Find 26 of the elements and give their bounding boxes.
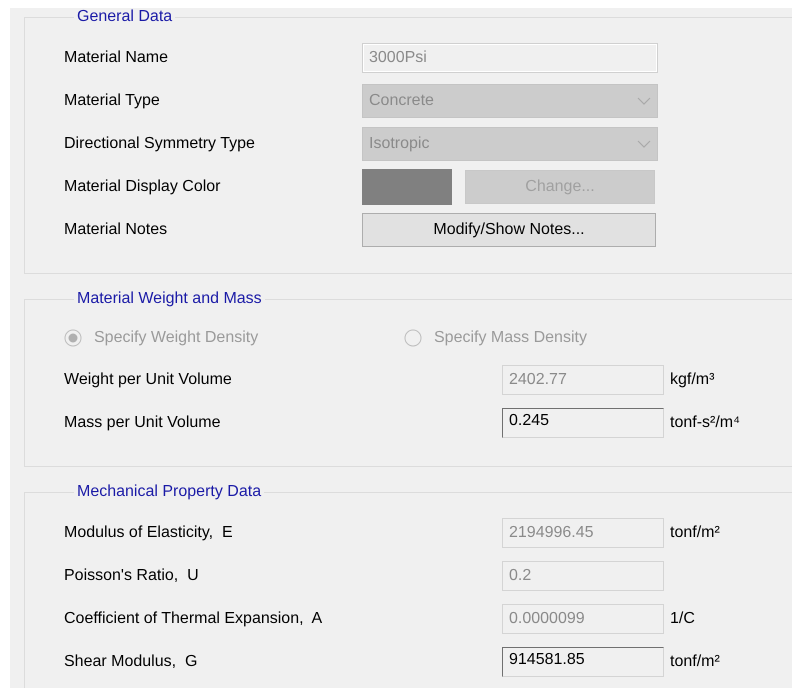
group-title: Mechanical Property Data bbox=[76, 483, 262, 501]
chevron-down-icon bbox=[637, 96, 651, 104]
field-label: Mass per Unit Volume bbox=[64, 414, 222, 432]
unit-label: tonf/m² bbox=[670, 652, 721, 670]
unit-label: 1/C bbox=[670, 610, 696, 628]
field-label: Modulus of Elasticity, E bbox=[64, 524, 234, 542]
input-field[interactable]: 0.245 bbox=[502, 408, 664, 438]
option-label: Specify Weight Density bbox=[94, 329, 258, 347]
notes-button[interactable]: Modify/Show Notes... bbox=[362, 212, 656, 246]
field-label: Weight per Unit Volume bbox=[64, 370, 233, 388]
field-label: Material Display Color bbox=[64, 178, 222, 196]
unit-label: tonf/m² bbox=[670, 524, 721, 542]
unit-label: tonf-s²/m⁴ bbox=[670, 414, 741, 432]
field-label: Poisson's Ratio, U bbox=[64, 566, 200, 584]
option-label: Specify Mass Density bbox=[434, 329, 587, 347]
field-label: Directional Symmetry Type bbox=[64, 134, 256, 152]
field-label: Coefficient of Thermal Expansion, A bbox=[64, 610, 324, 628]
field-label: Material Type bbox=[64, 92, 161, 110]
field-label: Material Name bbox=[64, 48, 170, 66]
field-label: Material Notes bbox=[64, 220, 168, 238]
field-label: Shear Modulus, G bbox=[64, 652, 198, 670]
input-field[interactable]: 914581.85 bbox=[502, 646, 664, 676]
group-title: General Data bbox=[76, 8, 174, 26]
group-title: Material Weight and Mass bbox=[76, 290, 263, 308]
unit-label: kgf/m³ bbox=[670, 370, 716, 388]
chevron-down-icon bbox=[637, 140, 651, 148]
